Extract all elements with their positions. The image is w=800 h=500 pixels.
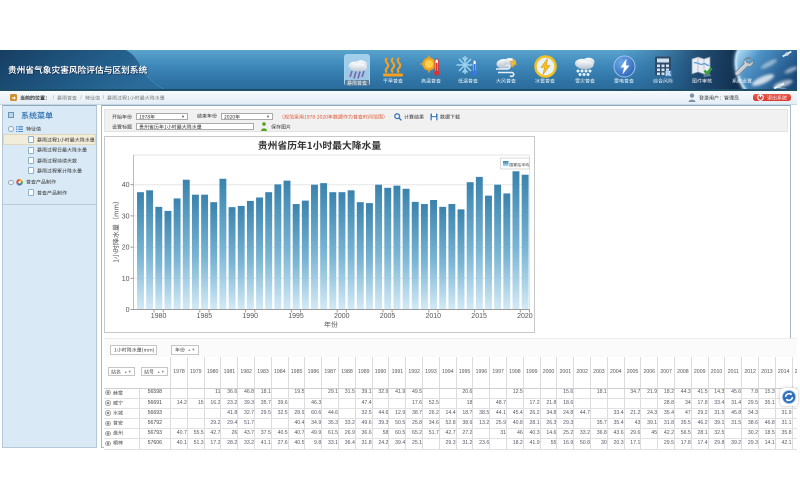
svg-text:40: 40 <box>122 182 130 189</box>
svg-text:30: 30 <box>122 213 130 220</box>
svg-text:0: 0 <box>126 307 130 314</box>
svg-text:10: 10 <box>122 276 130 283</box>
svg-text:1995: 1995 <box>288 313 304 320</box>
svg-text:2005: 2005 <box>380 313 396 320</box>
svg-text:1985: 1985 <box>197 313 213 320</box>
svg-text:20: 20 <box>122 245 130 252</box>
svg-text:2015: 2015 <box>471 313 487 320</box>
svg-text:2000: 2000 <box>334 313 350 320</box>
svg-text:1990: 1990 <box>242 313 258 320</box>
svg-text:1980: 1980 <box>151 313 167 320</box>
svg-text:2020: 2020 <box>517 313 533 320</box>
svg-text:2010: 2010 <box>426 313 442 320</box>
